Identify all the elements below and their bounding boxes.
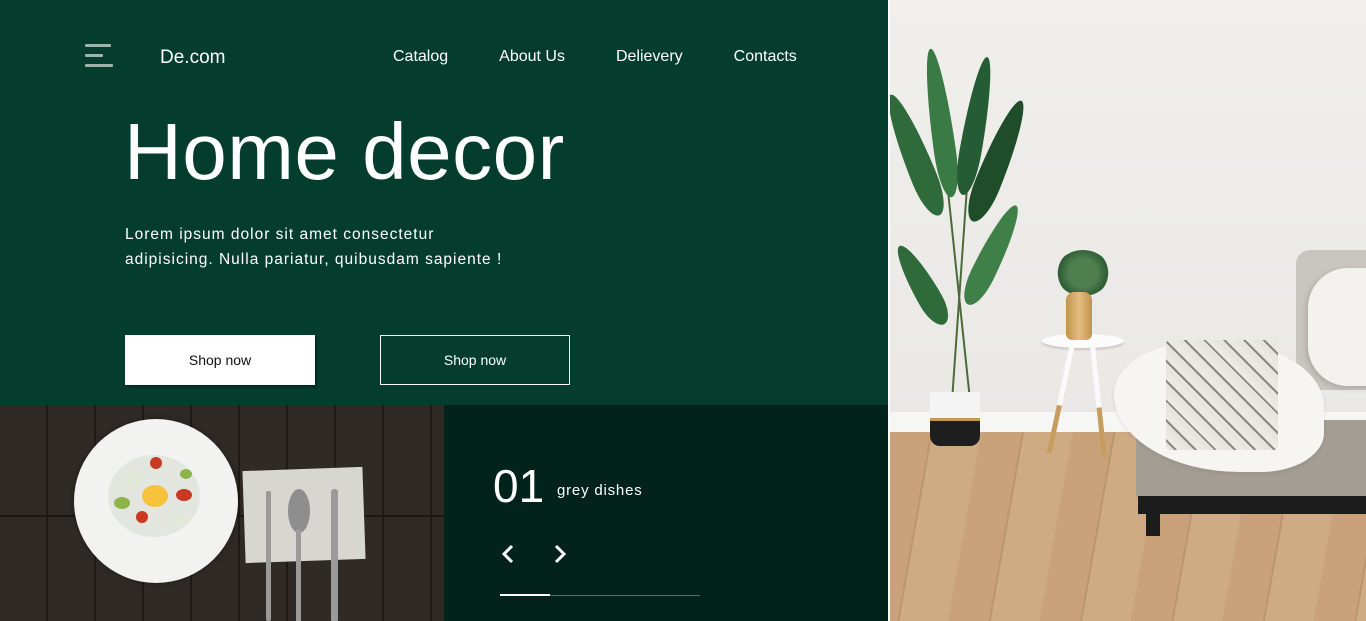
food-image	[0, 405, 444, 621]
vase	[1066, 292, 1092, 340]
logo[interactable]: De.com	[160, 47, 225, 69]
hero-title: Home decor	[124, 107, 565, 196]
slide-number: 01	[493, 460, 545, 512]
nav-contacts[interactable]: Contacts	[734, 48, 797, 66]
nav-delivery[interactable]: Delievery	[616, 48, 683, 66]
spoon-head	[288, 489, 310, 533]
hero-description: Lorem ipsum dolor sit amet consectetur a…	[125, 222, 595, 272]
nav-about-us[interactable]: About Us	[499, 48, 565, 66]
room-image	[888, 0, 1366, 621]
nav-catalog[interactable]: Catalog	[393, 48, 448, 66]
chevron-right-icon[interactable]	[548, 543, 570, 565]
chevron-left-icon[interactable]	[498, 543, 520, 565]
slider-progress-fill	[500, 594, 550, 596]
spoon	[296, 529, 301, 621]
knife	[331, 489, 338, 621]
shop-now-button-primary[interactable]: Shop now	[125, 335, 315, 385]
blanket	[1166, 340, 1278, 450]
main-nav: Catalog About Us Delievery Contacts	[393, 48, 848, 66]
hero-section: De.com Catalog About Us Delievery Contac…	[0, 0, 888, 405]
slider-progress-track	[500, 594, 700, 596]
shop-now-button-secondary[interactable]: Shop now	[380, 335, 570, 385]
hero-description-line-1: Lorem ipsum dolor sit amet consectetur	[125, 226, 435, 243]
fork	[266, 491, 271, 621]
product-slider: 01 grey dishes	[444, 405, 888, 621]
hero-description-line-2: adipisicing. Nulla pariatur, quibusdam s…	[125, 251, 503, 268]
plant-pot	[930, 392, 980, 446]
menu-icon[interactable]	[85, 44, 115, 70]
slide-label: grey dishes	[557, 482, 643, 499]
